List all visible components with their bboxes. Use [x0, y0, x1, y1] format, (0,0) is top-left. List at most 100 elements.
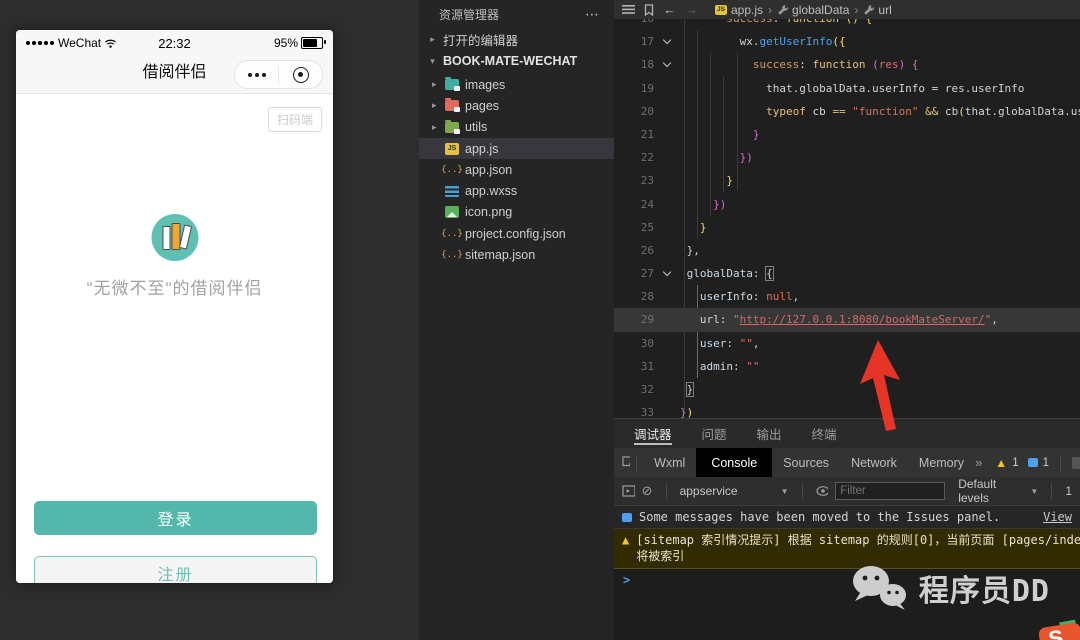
warning-line1: [sitemap 索引情况提示] 根据 sitemap 的规则[0]，当前页面 …	[636, 533, 1080, 547]
file-item-pages[interactable]: ▸ pages	[419, 95, 614, 116]
fold-chevron-icon[interactable]	[654, 53, 680, 76]
code-line-27[interactable]: 27 globalData: {	[614, 262, 1080, 285]
code-text: typeof cb == "function" && cb(that.globa…	[766, 104, 1080, 118]
code-line-23[interactable]: 23 }	[614, 169, 1080, 192]
code-line-29[interactable]: 29 url: "http://127.0.0.1:8080/bookMateS…	[614, 308, 1080, 332]
scan-code-button[interactable]: 扫码端	[267, 107, 322, 132]
file-item-images[interactable]: ▸ images	[419, 74, 614, 95]
file-item-utils[interactable]: ▸ utils	[419, 117, 614, 138]
wechat-capsule[interactable]	[234, 60, 323, 89]
code-line-25[interactable]: 25 }	[614, 216, 1080, 239]
login-button[interactable]: 登录	[34, 501, 317, 535]
code-text: },	[686, 243, 700, 257]
debugger-tab-调试器[interactable]: 调试器	[634, 419, 672, 448]
close-circle-icon[interactable]	[279, 66, 322, 83]
code-line-28[interactable]: 28 userInfo: null,	[614, 285, 1080, 308]
fold-gutter	[654, 193, 680, 216]
watermark: 程序员DD	[851, 564, 1050, 612]
debugger-tab-终端[interactable]: 终端	[812, 419, 837, 448]
file-label: images	[465, 77, 506, 92]
file-label: sitemap.json	[465, 248, 536, 263]
overflow-tabs-icon[interactable]: »	[975, 455, 982, 470]
chevron-down-icon: ▾	[430, 55, 435, 66]
eye-icon[interactable]	[815, 486, 829, 496]
more-actions-icon[interactable]: ⋯	[585, 6, 600, 23]
fold-chevron-icon[interactable]	[654, 262, 680, 285]
file-item-app.json[interactable]: app.json	[419, 159, 614, 180]
line-number: 29	[640, 313, 654, 327]
code-line-22[interactable]: 22 })	[614, 146, 1080, 169]
devtools-tab-console[interactable]: Console	[696, 448, 773, 477]
breadcrumb-url[interactable]: url	[863, 3, 892, 17]
breadcrumb-globalData[interactable]: globalData	[777, 3, 849, 17]
open-editors-section[interactable]: ▸ 打开的编辑器	[419, 28, 614, 50]
code-line-19[interactable]: 19 that.globalData.userInfo = res.userIn…	[614, 77, 1080, 100]
clear-console-icon[interactable]: ⊘	[642, 483, 653, 499]
warning-line2: 将被索引	[636, 549, 685, 563]
fold-gutter	[654, 239, 680, 262]
context-selector[interactable]: appservice	[680, 484, 738, 498]
file-item-sitemap.json[interactable]: sitemap.json	[419, 244, 614, 265]
line-number: 21	[640, 127, 654, 141]
devtools-tab-network[interactable]: Network	[840, 448, 908, 477]
fold-gutter	[654, 100, 680, 123]
code-line-26[interactable]: 26 },	[614, 239, 1080, 262]
file-item-icon.png[interactable]: icon.png	[419, 202, 614, 223]
devtools-tab-memory[interactable]: Memory	[908, 448, 975, 477]
code-line-33[interactable]: 33})	[614, 401, 1080, 418]
register-button[interactable]: 注册	[34, 556, 317, 583]
fold-gutter	[654, 285, 680, 308]
code-line-18[interactable]: 18 success: function (res) {	[614, 53, 1080, 76]
debugger-tab-输出[interactable]: 输出	[757, 419, 782, 448]
code-line-21[interactable]: 21 }	[614, 123, 1080, 146]
warning-count[interactable]: 1	[1012, 457, 1018, 469]
console-filter-input[interactable]	[835, 482, 946, 500]
view-issues-link[interactable]: View	[1043, 510, 1072, 524]
project-root[interactable]: ▾ BOOK-MATE-WECHAT	[419, 50, 614, 72]
nav-forward-icon[interactable]: →	[685, 2, 698, 17]
code-text: admin: ""	[699, 359, 760, 373]
menu-icon[interactable]	[622, 5, 635, 14]
line-number: 18	[640, 58, 654, 72]
line-number: 17	[640, 35, 654, 49]
code-line-16[interactable]: 16 success: function () {	[614, 19, 1080, 30]
debugger-tab-问题[interactable]: 问题	[702, 419, 727, 448]
file-item-project.config.json[interactable]: project.config.json	[419, 223, 614, 244]
code-line-17[interactable]: 17 wx.getUserInfo({	[614, 30, 1080, 53]
debugger-panel: 调试器 问题 输出 终端 Wxml Console Sources Network Memor…	[614, 418, 1080, 640]
debugger-tabs: 调试器 问题 输出 终端	[614, 418, 1080, 448]
fold-gutter	[654, 146, 680, 169]
levels-caret-icon[interactable]: ▼	[1030, 487, 1038, 496]
bookmark-icon[interactable]	[644, 3, 654, 16]
code-lines[interactable]: 16 success: function () {17 wx.getUserIn…	[614, 19, 1080, 418]
devtools-tab-wxml[interactable]: Wxml	[643, 448, 696, 477]
issues-count[interactable]: 1	[1043, 457, 1049, 469]
code-text: }	[726, 174, 733, 188]
file-item-app.js[interactable]: app.js	[419, 137, 614, 160]
wechat-devtools-window: WeChat 22:32 95% 借阅伴侣 扫码端 "无微不至"的借阅伴侣 登录…	[0, 0, 1080, 640]
inspect-element-icon[interactable]	[622, 455, 631, 470]
code-text: })	[739, 151, 753, 165]
folder-images-icon	[445, 77, 460, 92]
code-line-32[interactable]: 32 }	[614, 378, 1080, 401]
fold-gutter	[654, 216, 680, 239]
fold-gutter	[654, 77, 680, 100]
fold-chevron-icon[interactable]	[654, 30, 680, 53]
code-text: success: function (res) {	[752, 58, 919, 72]
file-item-app.wxss[interactable]: app.wxss	[419, 180, 614, 201]
code-line-30[interactable]: 30 user: "",	[614, 332, 1080, 355]
more-dots-icon[interactable]	[235, 72, 278, 77]
annotation-arrow	[860, 340, 900, 431]
nav-back-icon[interactable]: ←	[663, 2, 676, 17]
log-levels-selector[interactable]: Default levels	[958, 477, 1023, 505]
battery-icon	[301, 37, 326, 49]
breadcrumb-app.js[interactable]: JS app.js	[715, 3, 763, 17]
show-sidebar-icon[interactable]	[622, 485, 635, 497]
context-caret-icon[interactable]: ▼	[781, 487, 789, 496]
code-line-31[interactable]: 31 admin: ""	[614, 355, 1080, 378]
devtools-tab-sources[interactable]: Sources	[772, 448, 840, 477]
code-line-24[interactable]: 24 })	[614, 193, 1080, 216]
code-text: }	[699, 220, 707, 234]
code-text: globalData: {	[686, 266, 774, 282]
code-line-20[interactable]: 20 typeof cb == "function" && cb(that.gl…	[614, 100, 1080, 123]
